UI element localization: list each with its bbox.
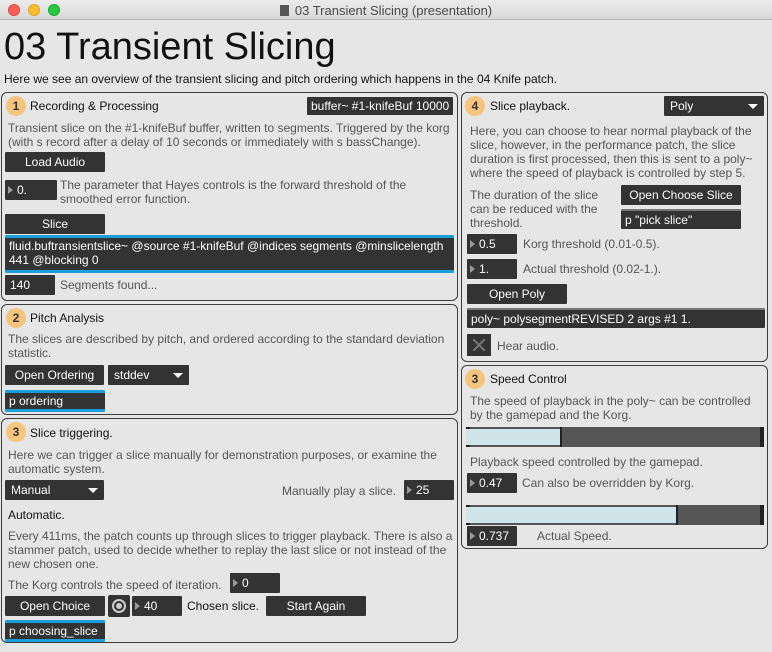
chevron-down-icon [88,488,98,493]
recording-heading: Recording & Processing [30,99,159,113]
actual-threshold-number-box[interactable]: 1. [467,259,517,279]
window-title: 03 Transient Slicing (presentation) [0,3,772,18]
recording-description: Transient slice on the #1-knifeBuf buffe… [8,121,450,149]
step-badge: 2 [6,308,26,328]
actual-threshold-label: Actual threshold (0.02-1.). [523,262,662,276]
step-badge: 1 [6,96,26,116]
automatic-label: Automatic. [8,508,65,522]
pick-slice-object[interactable]: p "pick slice" [621,209,741,229]
window-titlebar: 03 Transient Slicing (presentation) [0,0,772,20]
buftransientslice-line-2: 441 @blocking 0 [9,253,99,267]
window-title-text: 03 Transient Slicing (presentation) [294,3,493,18]
buftransientslice-object[interactable]: fluid.buftransientslice~ @source #1-knif… [5,235,454,273]
triggering-description: Here we can trigger a slice manually for… [8,448,437,476]
open-ordering-button[interactable]: Open Ordering [5,365,104,385]
trigger-mode-value: Manual [11,483,51,497]
hear-audio-toggle[interactable] [467,334,491,356]
document-icon [279,5,289,16]
choosing-slice-object[interactable]: p choosing_slice [5,620,105,642]
pitch-heading: Pitch Analysis [30,311,105,325]
page-subtitle: Here we see an overview of the transient… [4,72,557,86]
actual-speed-value: 0.737 [479,529,510,543]
manual-slice-number-box[interactable]: 25 [404,480,454,500]
step-badge: 3 [6,422,26,442]
playback-description: Here, you can choose to hear normal play… [470,124,753,180]
poly-object[interactable]: poly~ polysegmentREVISED 2 args #1 1. [467,308,765,328]
step-badge: 3 [465,369,485,389]
chosen-slice-label: Chosen slice. [187,599,260,613]
threshold-number-box[interactable]: 0. [5,180,57,200]
load-audio-button[interactable]: Load Audio [5,152,105,172]
page-title: 03 Transient Slicing [4,26,336,68]
korg-threshold-number-box[interactable]: 0.5 [467,234,517,254]
trigger-mode-menu[interactable]: Manual [5,480,104,500]
korg-threshold-value: 0.5 [479,237,496,251]
korg-speed-value: 0 [242,576,249,590]
korg-threshold-label: Korg threshold (0.01-0.5). [523,237,660,251]
chevron-down-icon [748,104,758,109]
playback-heading: Slice playback. [490,99,571,113]
step-badge: 4 [465,96,485,116]
threshold-value: 0. [17,183,28,197]
start-again-button[interactable]: Start Again [266,596,366,616]
recording-panel: 1 Recording & Processing buffer~ #1-knif… [1,92,458,301]
actual-speed-label: Actual Speed. [537,529,612,543]
manual-slice-value: 25 [416,483,430,497]
open-choose-slice-button[interactable]: Open Choose Slice [621,185,741,205]
pitch-panel: 2 Pitch Analysis The slices are describe… [1,304,458,415]
buftransientslice-line-1: fluid.buftransientslice~ @source #1-knif… [9,239,444,253]
segments-count-box: 140 [5,275,55,295]
gamepad-speed-slider[interactable] [466,427,764,447]
ordering-object[interactable]: p ordering [5,390,105,412]
speed-heading: Speed Control [490,372,567,386]
manual-play-label: Manually play a slice. [282,484,397,498]
threshold-description: The parameter that Hayes controls is the… [60,178,407,206]
duration-description: The duration of the slice can be reduced… [470,188,599,230]
override-speed-value: 0.47 [479,476,503,490]
segments-label: Segments found... [60,278,158,292]
slider-knob[interactable] [560,427,562,447]
slider-fill [466,507,676,523]
override-speed-number-box[interactable]: 0.47 [467,473,517,493]
playback-mode-menu[interactable]: Poly [664,96,764,116]
speed-description: The speed of playback in the poly~ can b… [470,394,751,422]
speed-panel: 3 Speed Control The speed of playback in… [461,365,768,549]
automatic-description: Every 411ms, the patch counts up through… [8,529,453,571]
chosen-slice-number-box[interactable]: 40 [132,596,182,616]
override-label: Can also be overridden by Korg. [522,476,695,490]
bang-button[interactable] [108,595,130,617]
playback-mode-value: Poly [670,99,694,113]
korg-speed-label: The Korg controls the speed of iteration… [8,578,222,592]
actual-speed-slider[interactable] [466,505,764,525]
slider-fill [466,429,560,445]
open-poly-button[interactable]: Open Poly [467,284,567,304]
slice-button[interactable]: Slice [5,214,105,234]
playback-panel: 4 Slice playback. Poly Here, you can cho… [461,92,768,362]
triggering-panel: 3 Slice triggering. Here we can trigger … [1,418,458,643]
buffer-object[interactable]: buffer~ #1-knifeBuf 10000 [307,97,453,115]
hear-audio-label: Hear audio. [497,339,560,353]
actual-threshold-value: 1. [479,262,490,276]
statistic-menu[interactable]: stddev [108,365,189,385]
slider-knob[interactable] [676,505,678,525]
chosen-slice-value: 40 [144,599,158,613]
triggering-heading: Slice triggering. [30,426,113,440]
chevron-down-icon [173,373,183,378]
actual-speed-number-box: 0.737 [467,526,517,546]
open-choice-button[interactable]: Open Choice [5,596,105,616]
korg-speed-number-box[interactable]: 0 [230,573,280,593]
pitch-description: The slices are described by pitch, and o… [8,332,445,360]
gamepad-speed-label: Playback speed controlled by the gamepad… [470,455,703,469]
statistic-menu-value: stddev [114,368,150,382]
